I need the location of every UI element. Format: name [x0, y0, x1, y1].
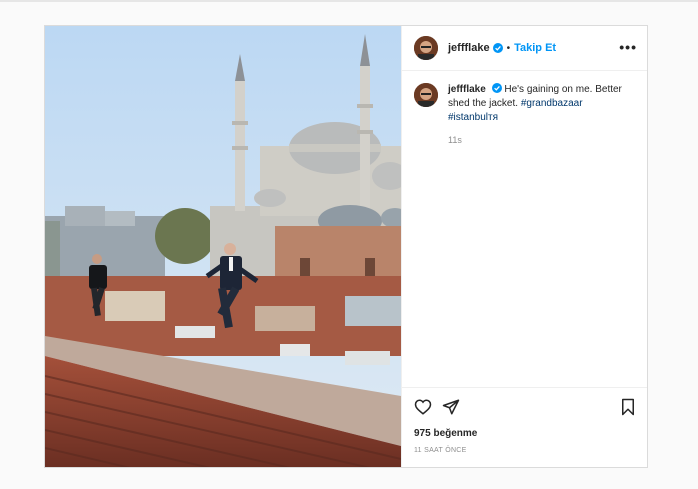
heart-icon[interactable]: [414, 398, 432, 416]
caption-avatar[interactable]: [414, 83, 438, 107]
hashtag-link[interactable]: #grandbazaar: [521, 98, 583, 109]
window-top-border: [0, 0, 698, 2]
photo-rooftop-mosque-scene: [45, 26, 401, 467]
caption-text: jeffflake He's gaining on me. Better she…: [448, 83, 628, 125]
post-photo[interactable]: [45, 26, 401, 467]
caption-row: jeffflake He's gaining on me. Better she…: [402, 71, 647, 125]
verified-badge-icon: [491, 83, 502, 93]
more-options-icon[interactable]: •••: [619, 40, 637, 54]
header-username[interactable]: jeffflake: [448, 42, 490, 54]
likes-count[interactable]: 975 beğenme: [414, 428, 477, 439]
verified-badge-icon: [492, 43, 503, 53]
hashtag-link[interactable]: #istanbulтя: [448, 112, 498, 123]
action-bar: [414, 398, 460, 416]
avatar-image: [414, 83, 438, 107]
post-dialog: jeffflake • Takip Et ••• jeffflake He's …: [44, 25, 648, 468]
caption-timestamp: 11s: [448, 135, 462, 145]
bookmark-icon[interactable]: [619, 398, 637, 416]
follow-button[interactable]: Takip Et: [514, 42, 556, 54]
post-timestamp: 11 SAAT ÖNCE: [414, 447, 467, 454]
separator-dot: •: [506, 42, 511, 54]
paper-plane-icon[interactable]: [442, 398, 460, 416]
caption-username[interactable]: jeffflake: [448, 84, 486, 95]
post-header: jeffflake • Takip Et •••: [402, 26, 647, 71]
post-side-panel: jeffflake • Takip Et ••• jeffflake He's …: [401, 26, 647, 467]
avatar[interactable]: [414, 36, 438, 60]
post-footer: 975 beğenme 11 SAAT ÖNCE: [402, 387, 647, 467]
avatar-image: [414, 36, 438, 60]
